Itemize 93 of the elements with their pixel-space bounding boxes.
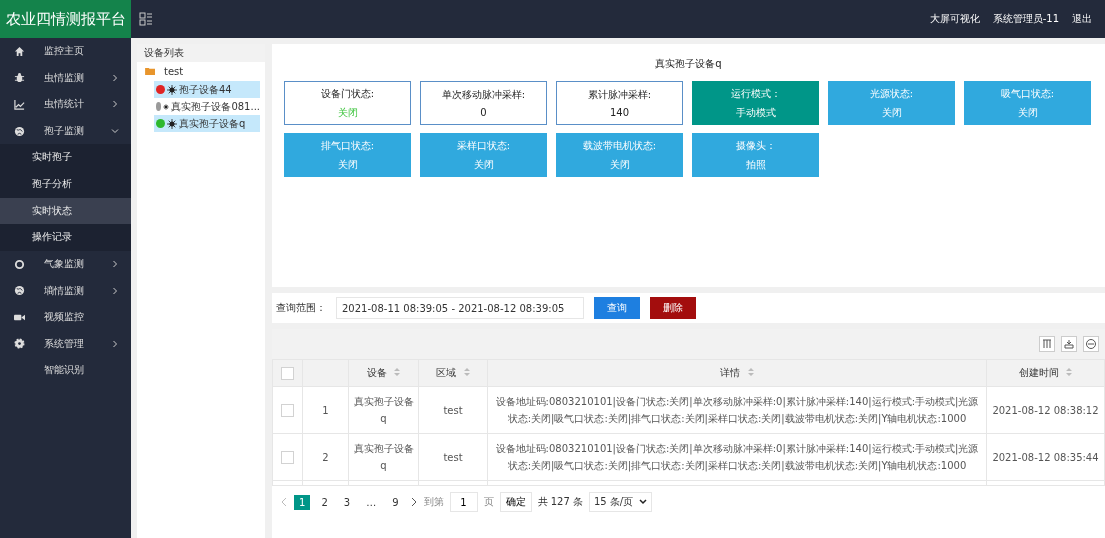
table-cell: test (418, 386, 488, 434)
select-all-checkbox[interactable] (281, 366, 294, 380)
sidebar-subitem[interactable]: 操作记录 (0, 224, 131, 251)
sort-icon (747, 368, 754, 376)
card-label: 排气口状态: (320, 138, 375, 153)
table-cell: 真实孢子设备q (348, 386, 419, 434)
page-size-select[interactable]: 15 条/页 (588, 492, 653, 512)
card-value: 关闭 (337, 157, 358, 172)
table-cell: test (418, 433, 488, 481)
confirm-button[interactable]: 确定 (499, 492, 532, 512)
row-checkbox[interactable] (281, 404, 294, 417)
sidebar-item[interactable]: 墒情监测 (0, 277, 131, 304)
card-label: 累计脉冲采样: (587, 88, 652, 102)
card-value: 关闭 (881, 105, 902, 120)
sidebar-item[interactable]: 虫情监测 (0, 64, 131, 92)
platform-title: 农业四情测报平台 (0, 0, 131, 38)
export-icon[interactable] (1061, 336, 1077, 352)
card-label: 运行模式： (730, 86, 781, 101)
ring-icon (14, 258, 25, 270)
device-title: 真实孢子设备q (654, 57, 723, 71)
sidebar-item[interactable]: 视频监控 (0, 303, 131, 331)
card-label: 设备门状态: (320, 86, 375, 101)
globe-icon (14, 125, 25, 137)
caret-icon (639, 499, 648, 505)
page-link[interactable]: … (361, 494, 382, 510)
columns-icon[interactable] (1039, 336, 1055, 352)
sort-icon (463, 368, 470, 376)
card-label: 单次移动脉冲采样: (441, 88, 526, 102)
card-value: 0 (480, 107, 487, 118)
sidebar-subitem[interactable]: 实时孢子 (0, 144, 131, 171)
table-cell: 设备地址码:0803210101|设备门状态:关闭|单次移动脉冲采样:0|累计脉冲采样:140|运行模式:手动模式|光源状态:关闭|吸气口状态:关闭|排气口状态:关闭|采样口状态:关闭|载波带电机状态:关闭|Y轴电机状态:1000 (487, 433, 987, 481)
card-label: 摄像头： (735, 138, 776, 153)
device-item[interactable]: 孢子设备44 (154, 81, 260, 98)
page-link[interactable]: 3 (338, 494, 356, 510)
sidebar-item[interactable]: 系统管理 (0, 330, 131, 358)
gear-icon (14, 338, 25, 350)
sidebar-subitem[interactable]: 孢子分析 (0, 170, 131, 198)
column-header[interactable]: 区域 (418, 359, 488, 387)
tree-group-label[interactable]: test (164, 66, 184, 77)
card-label: 吸气口状态: (1000, 86, 1055, 101)
device-item[interactable]: 真实孢子设备q (154, 115, 260, 132)
folder-icon (145, 67, 156, 76)
next-page-icon[interactable] (409, 497, 418, 507)
sidebar-item[interactable]: 孢子监测 (0, 117, 131, 145)
column-header[interactable]: 设备 (348, 359, 419, 387)
card-value: 140 (609, 107, 630, 118)
header-link[interactable]: 退出 (1072, 12, 1092, 26)
row-checkbox[interactable] (281, 451, 294, 464)
page-unit-label: 页 (483, 495, 494, 509)
page-link[interactable]: 2 (316, 494, 333, 510)
sort-icon (1066, 368, 1073, 376)
goto-label: 到第 (423, 495, 444, 509)
card-value: 拍照 (745, 157, 766, 172)
sidebar-item[interactable]: 气象监测 (0, 250, 131, 278)
date-range-field[interactable]: 2021-08-11 08:39:05 - 2021-08-12 08:39:05 (336, 297, 584, 319)
home-icon (14, 45, 25, 57)
card-value: 关闭 (609, 157, 630, 172)
card-label: 载波带电机状态: (582, 138, 657, 153)
table-cell: 2021-08-12 08:38:12 (986, 386, 1105, 434)
sidebar-item[interactable]: 虫情统计 (0, 91, 131, 118)
menu-icon[interactable] (139, 12, 153, 26)
card-value: 手动模式 (735, 105, 776, 120)
delete-button[interactable]: 删除 (650, 297, 696, 319)
chart-icon (14, 99, 25, 110)
panel-title: 设备列表 (137, 44, 265, 62)
table-cell: 2 (302, 433, 349, 481)
column-header[interactable]: 创建时间 (986, 359, 1105, 387)
globe-icon (14, 285, 25, 297)
card-label: 采样口状态: (456, 138, 511, 153)
query-label: 查询范围： (276, 301, 326, 315)
header-link[interactable]: 系统管理员-11 (992, 12, 1059, 26)
card-value: 关闭 (337, 105, 358, 120)
device-item[interactable]: 真实孢子设备081... (154, 98, 260, 115)
column-header[interactable]: 详情 (487, 359, 987, 387)
table-cell: 设备地址码:0803210101|设备门状态:关闭|单次移动脉冲采样:0|累计脉冲采样:140|运行模式:手动模式|光源状态:关闭|吸气口状态:关闭|排气口状态:关闭|采样口状态:关闭|载波带电机状态:关闭|Y轴电机状态:1000 (487, 386, 987, 434)
total-count: 共 127 条 (537, 495, 583, 509)
page-link[interactable]: 1 (294, 494, 311, 510)
sort-icon (394, 368, 401, 376)
search-button[interactable]: 查询 (594, 297, 640, 319)
sidebar-subitem[interactable]: 实时状态 (0, 197, 131, 225)
print-icon[interactable] (1083, 336, 1099, 352)
table-cell: 真实孢子设备q (348, 433, 419, 481)
card-label: 光源状态: (869, 86, 914, 101)
table-cell: 1 (302, 386, 349, 434)
header-link[interactable]: 大屏可视化 (929, 12, 980, 26)
page-input-field[interactable]: 1 (449, 492, 478, 512)
table-cell: 2021-08-12 08:35:44 (986, 433, 1105, 481)
card-value: 关闭 (1017, 105, 1038, 120)
card-value: 关闭 (473, 157, 494, 172)
sidebar-item[interactable]: 智能识别 (0, 357, 131, 384)
sidebar-item[interactable]: 监控主页 (0, 38, 131, 65)
page-link[interactable]: 9 (387, 494, 404, 510)
previous-page-icon[interactable] (280, 497, 288, 507)
